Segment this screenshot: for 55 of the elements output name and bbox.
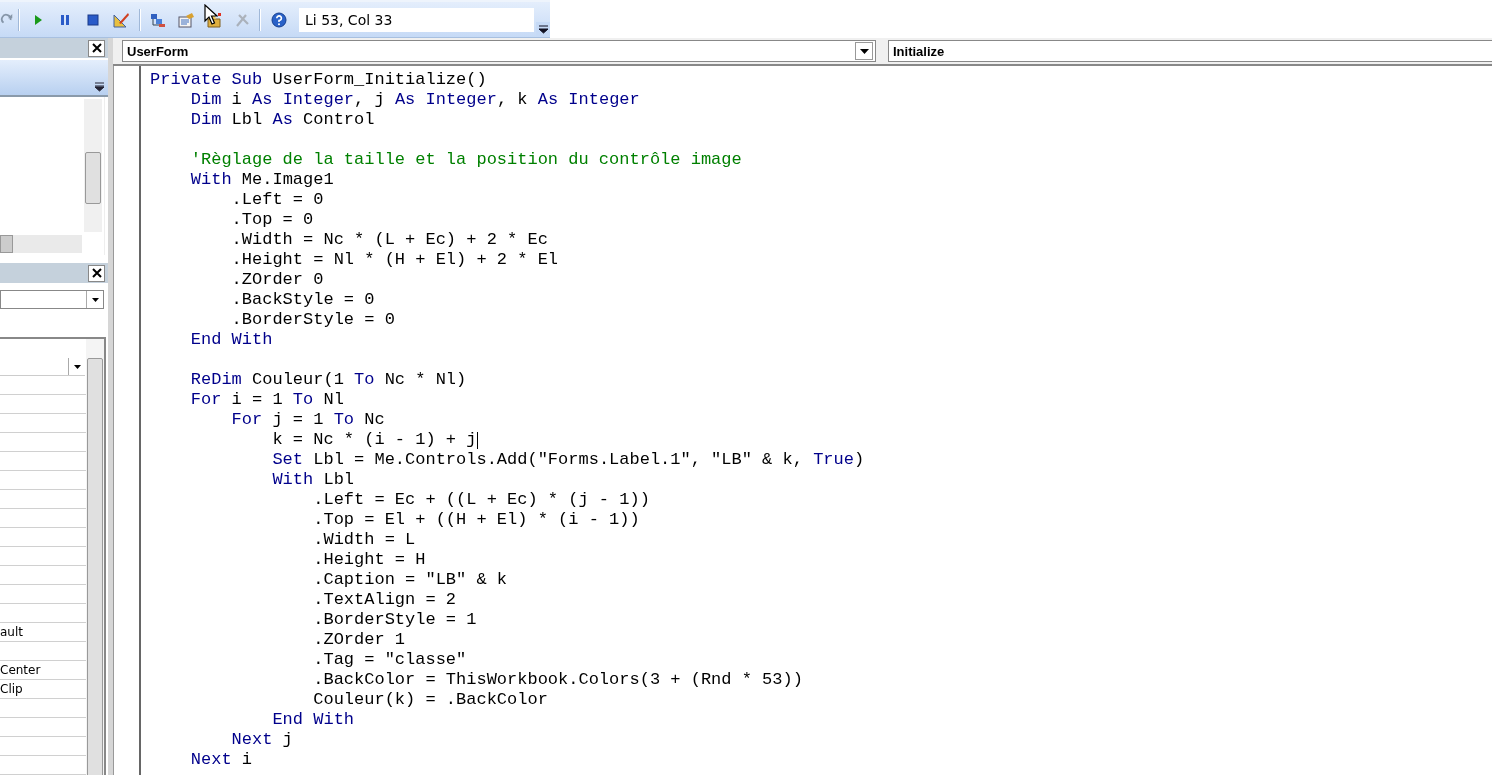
combo-text: UserForm: [126, 43, 190, 59]
position-field: Li 53, Col 33: [299, 7, 535, 32]
code-line: .ZOrder 1: [312, 630, 406, 650]
code-line: Private Sub UserForm_Initialize(): [150, 70, 487, 90]
code-line: Set Lbl = Me.Controls.Add("Forms.Label.1", "LB" & k, True): [271, 450, 865, 470]
procedure-combo[interactable]: Initialize: [888, 40, 1492, 62]
code-line: ReDim Couleur(1 To Nc * Nl): [189, 370, 467, 390]
code-line: Next i: [189, 750, 253, 770]
combo-text: Initialize: [892, 43, 946, 59]
code-line: End With: [271, 710, 355, 730]
code-line: Couleur(k) = .BackColor: [312, 690, 548, 710]
code-line: .BorderStyle = 0: [230, 310, 395, 330]
code-line: Dim Lbl As Control: [189, 110, 375, 130]
code-line: With Lbl: [271, 470, 355, 490]
code-line: .Caption = "LB" & k: [312, 570, 508, 590]
object-combo[interactable]: UserForm: [122, 40, 876, 62]
dropdown-icon[interactable]: [855, 42, 873, 60]
toolbar-options-icon[interactable]: [536, 22, 551, 36]
code-line: .BorderStyle = 1: [312, 610, 477, 630]
code-line: .BackStyle = 0: [230, 290, 375, 310]
code-line: .Top = El + ((H + El) * (i - 1)): [312, 510, 640, 530]
code-line: With Me.Image1: [189, 170, 334, 190]
scrollbar[interactable]: [86, 339, 104, 775]
properties-icon: [178, 11, 195, 28]
code-line: .Top = 0: [230, 210, 314, 230]
close-button[interactable]: [88, 39, 105, 57]
code-line: .Height = H: [312, 550, 426, 570]
ruler-pencil-icon: [112, 11, 129, 28]
scrollbar[interactable]: [0, 235, 82, 253]
code-line: .ZOrder 0: [230, 270, 324, 290]
code-line: 'Règlage de la taille et la position du contrôle image: [189, 150, 742, 170]
scrollbar[interactable]: [84, 99, 102, 232]
project-explorer-icon: [150, 11, 167, 28]
code-line: Dim i As Integer, j As Integer, k As Integer: [189, 90, 640, 110]
code-line: .Left = 0: [230, 190, 324, 210]
code-line: End With: [189, 330, 273, 350]
code-line: Next j: [230, 730, 293, 750]
code-line: .Tag = "classe": [312, 650, 467, 670]
dropdown-icon[interactable]: [94, 82, 105, 92]
close-button[interactable]: [88, 264, 105, 282]
help-icon: [271, 11, 288, 28]
code-line: For i = 1 To Nl: [189, 390, 344, 410]
property-value: Center: [0, 663, 41, 677]
code-line: .Left = Ec + ((L + Ec) * (j - 1)): [312, 490, 650, 510]
property-value: Clip: [0, 682, 23, 696]
code-line: .Height = Nl * (H + El) + 2 * El: [230, 250, 559, 270]
code-line: k = Nc * (i - 1) + j: [271, 430, 477, 450]
code-line: .BackColor = ThisWorkbook.Colors(3 + (Rnd * 53)): [312, 670, 803, 690]
mouse-pointer-icon: [204, 4, 218, 25]
code-line: .TextAlign = 2: [312, 590, 457, 610]
code-line: For j = 1 To Nc: [230, 410, 385, 430]
code-line: .Width = L: [312, 530, 416, 550]
stop-icon: [85, 11, 102, 28]
code-line: .Width = Nc * (L + Ec) + 2 * Ec: [230, 230, 548, 250]
property-value: ault: [0, 625, 23, 639]
